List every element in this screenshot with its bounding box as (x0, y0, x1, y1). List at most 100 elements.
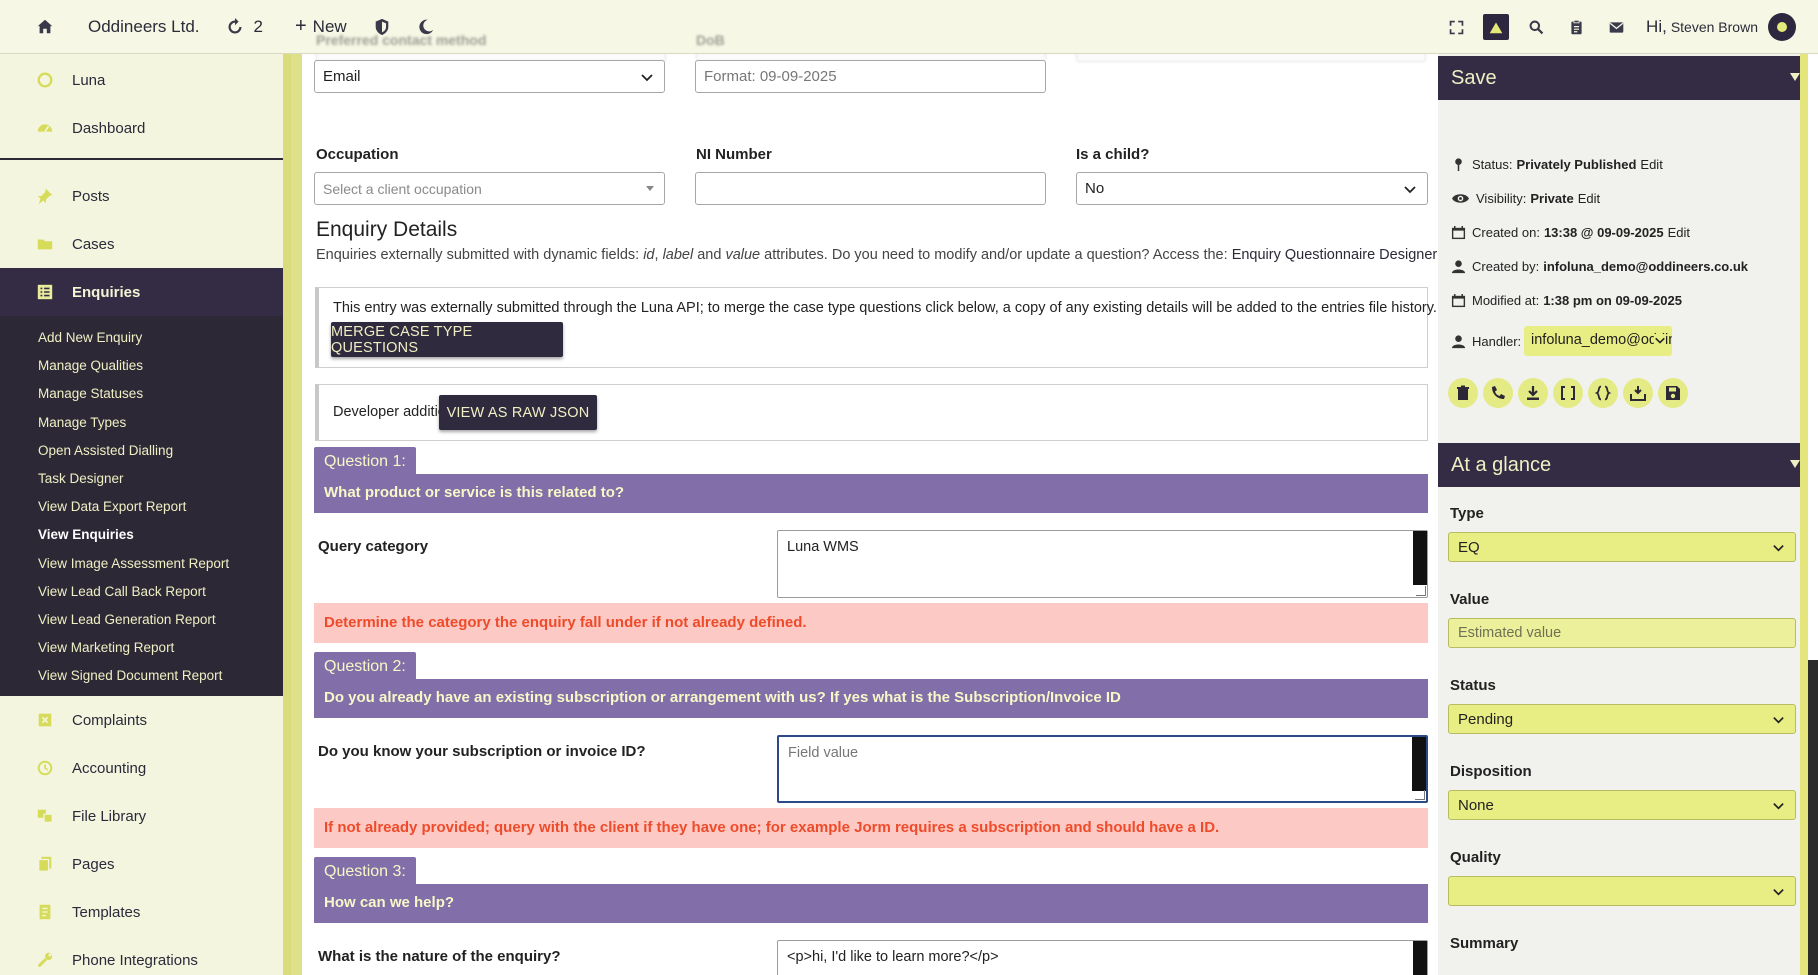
submenu-manage-types[interactable]: Manage Types (0, 409, 291, 437)
sidebar-item-luna[interactable]: Luna (0, 56, 291, 104)
refresh-icon (228, 17, 241, 33)
sidebar-item-accounting[interactable]: Accounting (0, 744, 291, 792)
download-button[interactable] (1518, 378, 1548, 408)
created-on-edit-link[interactable]: Edit (1668, 225, 1690, 240)
page-scrollbar-thumb[interactable] (1808, 660, 1818, 975)
textarea-scrollbar[interactable] (1412, 737, 1426, 791)
submenu-view-data-export-report[interactable]: View Data Export Report (0, 493, 291, 521)
updates-link[interactable]: 2 (212, 0, 275, 54)
sidebar-item-complaints[interactable]: Complaints (0, 696, 291, 744)
sidebar-item-cases[interactable]: Cases (0, 220, 291, 268)
question-1-help: Determine the category the enquiry fall … (314, 603, 1428, 643)
ni-number-input[interactable] (695, 172, 1046, 205)
sidebar-item-file-library[interactable]: File Library (0, 792, 291, 840)
collapse-caret-icon[interactable] (1790, 73, 1800, 81)
sidebar-item-dashboard[interactable]: Dashboard (0, 104, 291, 152)
dob-input[interactable]: Format: 09-09-2025 (695, 60, 1046, 93)
delete-button[interactable] (1448, 378, 1478, 408)
ghost-field (1076, 54, 1426, 62)
pin-icon (37, 188, 53, 205)
calendar-icon (1451, 225, 1465, 239)
save-panel-header[interactable]: Save (1438, 56, 1808, 100)
handler-select[interactable]: infoluna_demo@oddineers.co.uk (1524, 326, 1672, 356)
textarea-scrollbar[interactable] (1413, 531, 1427, 585)
question-2-field-label: Do you know your subscription or invoice… (318, 743, 646, 760)
trash-icon (1457, 385, 1469, 400)
save-button[interactable] (1658, 378, 1688, 408)
clipboard-button[interactable] (1556, 0, 1596, 54)
account-menu[interactable]: Hi, Steven Brown (1646, 13, 1796, 41)
contact-method-select[interactable]: Email (314, 60, 665, 93)
resize-grip-icon[interactable] (1416, 586, 1426, 596)
question-3-tab: Question 3: (314, 857, 416, 885)
submenu-add-new-enquiry[interactable]: Add New Enquiry (0, 324, 291, 352)
quality-select[interactable] (1448, 876, 1796, 906)
question-1-text: What product or service is this related … (314, 474, 1428, 513)
submenu-open-assisted-dialling[interactable]: Open Assisted Dialling (0, 437, 291, 465)
status-edit-link[interactable]: Edit (1640, 157, 1662, 172)
ni-number-label: NI Number (696, 146, 772, 163)
status-row: Status: Privately Published Edit (1450, 156, 1663, 172)
view-raw-json-button[interactable]: VIEW AS RAW JSON (439, 395, 597, 430)
right-panel-scrollbar[interactable] (1800, 54, 1808, 975)
at-a-glance-header[interactable]: At a glance (1438, 443, 1808, 487)
submenu-manage-qualities[interactable]: Manage Qualities (0, 352, 291, 380)
submenu-view-lead-generation-report[interactable]: View Lead Generation Report (0, 606, 291, 634)
call-button[interactable] (1483, 378, 1513, 408)
visibility-edit-link[interactable]: Edit (1578, 191, 1600, 206)
export-array-button[interactable] (1553, 378, 1583, 408)
status-select[interactable]: Pending (1448, 704, 1796, 734)
question-2-textarea[interactable]: Field value (777, 735, 1428, 803)
mail-button[interactable] (1596, 0, 1636, 54)
question-3-textarea[interactable]: <p>hi, I'd like to learn more?</p> (777, 940, 1428, 975)
chevron-down-icon (1404, 186, 1416, 194)
submenu-manage-statuses[interactable]: Manage Statuses (0, 380, 291, 408)
resize-grip-icon[interactable] (1415, 790, 1425, 800)
textarea-scrollbar[interactable] (1413, 941, 1427, 975)
question-1-textarea[interactable]: Luna WMS (777, 530, 1428, 598)
sidebar-item-phone-integrations[interactable]: Phone Integrations (0, 936, 291, 975)
home-link[interactable] (0, 0, 66, 54)
submenu-view-lead-call-back-report[interactable]: View Lead Call Back Report (0, 578, 291, 606)
user-icon (1451, 259, 1465, 273)
submenu-view-image-assessment-report[interactable]: View Image Assessment Report (0, 550, 291, 578)
entry-action-buttons (1448, 378, 1688, 408)
clock-icon (37, 761, 53, 776)
submenu-view-marketing-report[interactable]: View Marketing Report (0, 634, 291, 662)
is-child-select[interactable]: No (1076, 172, 1428, 205)
mail-icon (1609, 21, 1623, 33)
search-button[interactable] (1516, 0, 1556, 54)
calendar-icon (1451, 293, 1465, 307)
type-select[interactable]: EQ (1448, 532, 1796, 562)
submenu-task-designer[interactable]: Task Designer (0, 465, 291, 493)
main-scroll-edge (292, 54, 302, 975)
occupation-select[interactable]: Select a client occupation (314, 172, 665, 205)
page-scrollbar[interactable] (1808, 0, 1818, 975)
estimated-value-input[interactable]: Estimated value (1448, 618, 1796, 648)
questionnaire-designer-link[interactable]: Enquiry Questionnaire Designer (1232, 247, 1438, 263)
site-name-link[interactable]: Oddineers Ltd. (66, 0, 212, 54)
merge-case-type-questions-button[interactable]: MERGE CASE TYPE QUESTIONS (331, 322, 563, 357)
import-button[interactable] (1623, 378, 1653, 408)
fullscreen-button[interactable] (1436, 0, 1476, 54)
submenu-view-signed-document-report[interactable]: View Signed Document Report (0, 662, 291, 690)
submenu-view-enquiries[interactable]: View Enquiries (0, 521, 291, 549)
chevron-down-icon (1773, 803, 1784, 810)
luna-logo-link[interactable] (1476, 0, 1516, 54)
collapse-caret-icon[interactable] (1790, 460, 1800, 468)
site-name: Oddineers Ltd. (88, 16, 200, 36)
brackets-icon (1561, 386, 1575, 400)
disposition-select[interactable]: None (1448, 790, 1796, 820)
sidebar-scrollbar[interactable] (283, 54, 291, 975)
sidebar-item-posts[interactable]: Posts (0, 172, 291, 220)
greeting-text: Hi, (1646, 17, 1667, 36)
sidebar-item-label: Luna (72, 71, 106, 89)
type-label: Type (1450, 505, 1484, 522)
summary-label: Summary (1450, 935, 1519, 952)
sidebar-item-pages[interactable]: Pages (0, 840, 291, 888)
api-notice-text: This entry was externally submitted thro… (333, 300, 1437, 316)
enquiries-list-icon (37, 284, 53, 300)
sidebar-item-templates[interactable]: Templates (0, 888, 291, 936)
sidebar-item-enquiries[interactable]: Enquiries (0, 268, 291, 316)
export-json-button[interactable] (1588, 378, 1618, 408)
